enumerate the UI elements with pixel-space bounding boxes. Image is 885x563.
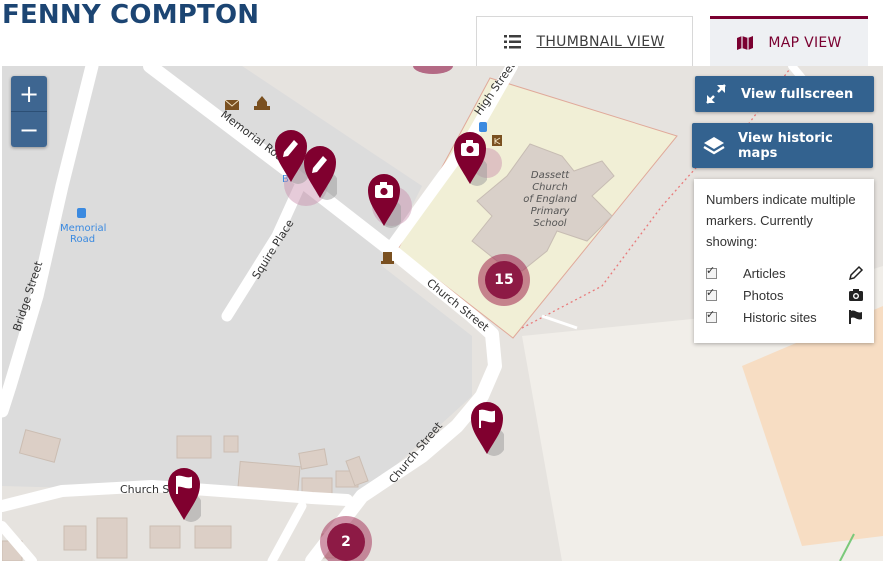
view-fullscreen-button[interactable]: View fullscreen xyxy=(695,76,874,112)
marker-legend: Numbers indicate multiple markers. Curre… xyxy=(694,179,874,343)
legend-row-historic-sites[interactable]: Historic sites xyxy=(706,306,864,328)
legend-label: Photos xyxy=(743,287,784,303)
photos-checkbox[interactable] xyxy=(706,286,717,301)
cluster-count: 15 xyxy=(485,261,523,299)
legend-row-articles[interactable]: Articles xyxy=(706,262,864,284)
info-board-icon xyxy=(492,135,502,146)
zoom-control: + − xyxy=(11,76,47,147)
legend-note: Numbers indicate multiple markers. Curre… xyxy=(706,192,856,249)
tab-thumbnail-label: THUMBNAIL VIEW xyxy=(536,33,665,50)
list-icon xyxy=(504,34,522,48)
label-school-4: Primary xyxy=(531,206,571,217)
article-marker[interactable] xyxy=(303,144,337,200)
marker-cluster[interactable]: 15 xyxy=(478,254,530,306)
historic-site-marker[interactable] xyxy=(470,400,504,456)
label-school-3: of England xyxy=(523,194,577,205)
layers-icon xyxy=(703,136,725,154)
historic-sites-checkbox[interactable] xyxy=(706,308,717,323)
label-memorial-stop-1: Memorial xyxy=(60,223,106,234)
view-historic-maps-label: View historic maps xyxy=(738,130,833,161)
legend-label: Articles xyxy=(743,265,786,281)
view-historic-maps-button[interactable]: View historic maps xyxy=(692,123,873,168)
expand-icon xyxy=(706,84,726,104)
tab-map-view[interactable]: MAP VIEW xyxy=(710,16,868,66)
tab-thumbnail-view[interactable]: THUMBNAIL VIEW xyxy=(476,16,693,66)
historic-site-marker[interactable] xyxy=(167,466,201,522)
map-icon xyxy=(737,35,754,50)
label-church-street-3: Church S xyxy=(120,483,169,496)
pencil-icon xyxy=(848,265,864,281)
photo-marker[interactable] xyxy=(367,172,401,228)
cluster-count: 2 xyxy=(327,523,365,561)
label-school-2: Church xyxy=(532,182,568,193)
camera-icon xyxy=(849,289,863,301)
zoom-in-button[interactable]: + xyxy=(11,76,47,111)
label-memorial-stop-2: Road xyxy=(70,234,95,245)
marker-cluster[interactable]: 2 xyxy=(320,516,372,561)
photo-marker[interactable] xyxy=(453,130,487,186)
legend-label: Historic sites xyxy=(743,309,817,325)
view-fullscreen-label: View fullscreen xyxy=(741,86,854,102)
articles-checkbox[interactable] xyxy=(706,264,717,279)
label-school-5: School xyxy=(533,218,566,229)
tab-map-label: MAP VIEW xyxy=(768,34,842,51)
map-canvas[interactable]: Memorial Road High Street Bridge Street … xyxy=(2,66,883,561)
flag-icon xyxy=(849,310,862,324)
legend-row-photos[interactable]: Photos xyxy=(706,284,864,306)
zoom-out-button[interactable]: − xyxy=(11,111,47,147)
label-school-1: Dassett xyxy=(531,170,570,181)
page-title: FENNY COMPTON xyxy=(2,0,260,30)
